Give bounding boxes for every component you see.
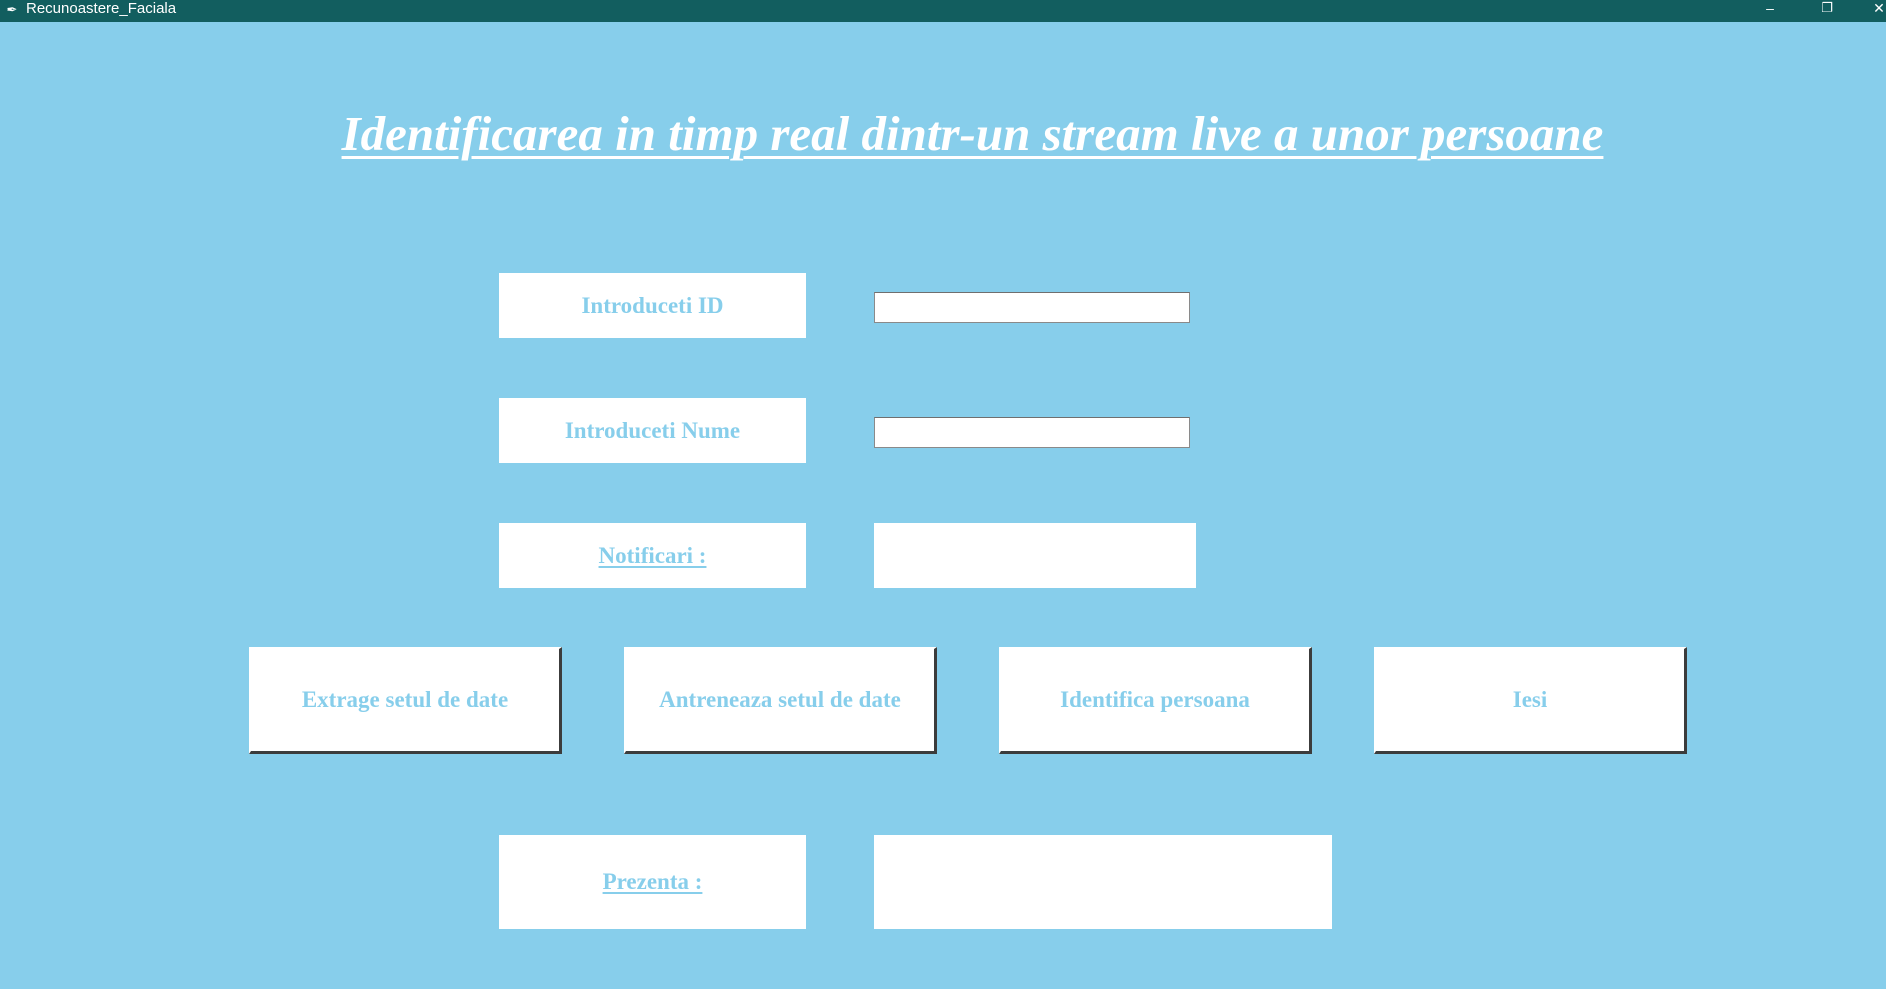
maximize-button[interactable]: ❐ <box>1804 0 1850 18</box>
name-input[interactable] <box>874 417 1190 448</box>
id-input[interactable] <box>874 292 1190 323</box>
extract-dataset-button[interactable]: Extrage setul de date <box>249 647 562 754</box>
feather-icon: ✒ <box>6 2 18 17</box>
train-dataset-button[interactable]: Antreneaza setul de date <box>624 647 937 754</box>
page-title: Identificarea in timp real dintr-un stre… <box>341 106 1604 161</box>
notifications-output <box>874 523 1196 588</box>
minimize-button[interactable]: – <box>1747 0 1793 18</box>
notifications-label: Notificari : <box>499 523 806 588</box>
close-button[interactable]: ✕ <box>1856 0 1886 18</box>
exit-button[interactable]: Iesi <box>1374 647 1687 754</box>
attendance-label: Prezenta : <box>499 835 806 929</box>
window-title: Recunoastere_Faciala <box>26 0 177 17</box>
window-titlebar: ✒ Recunoastere_Faciala – ❐ ✕ <box>0 0 1886 22</box>
identify-person-button[interactable]: Identifica persoana <box>999 647 1312 754</box>
name-label: Introduceti Nume <box>499 398 806 463</box>
id-label: Introduceti ID <box>499 273 806 338</box>
attendance-output <box>874 835 1332 929</box>
